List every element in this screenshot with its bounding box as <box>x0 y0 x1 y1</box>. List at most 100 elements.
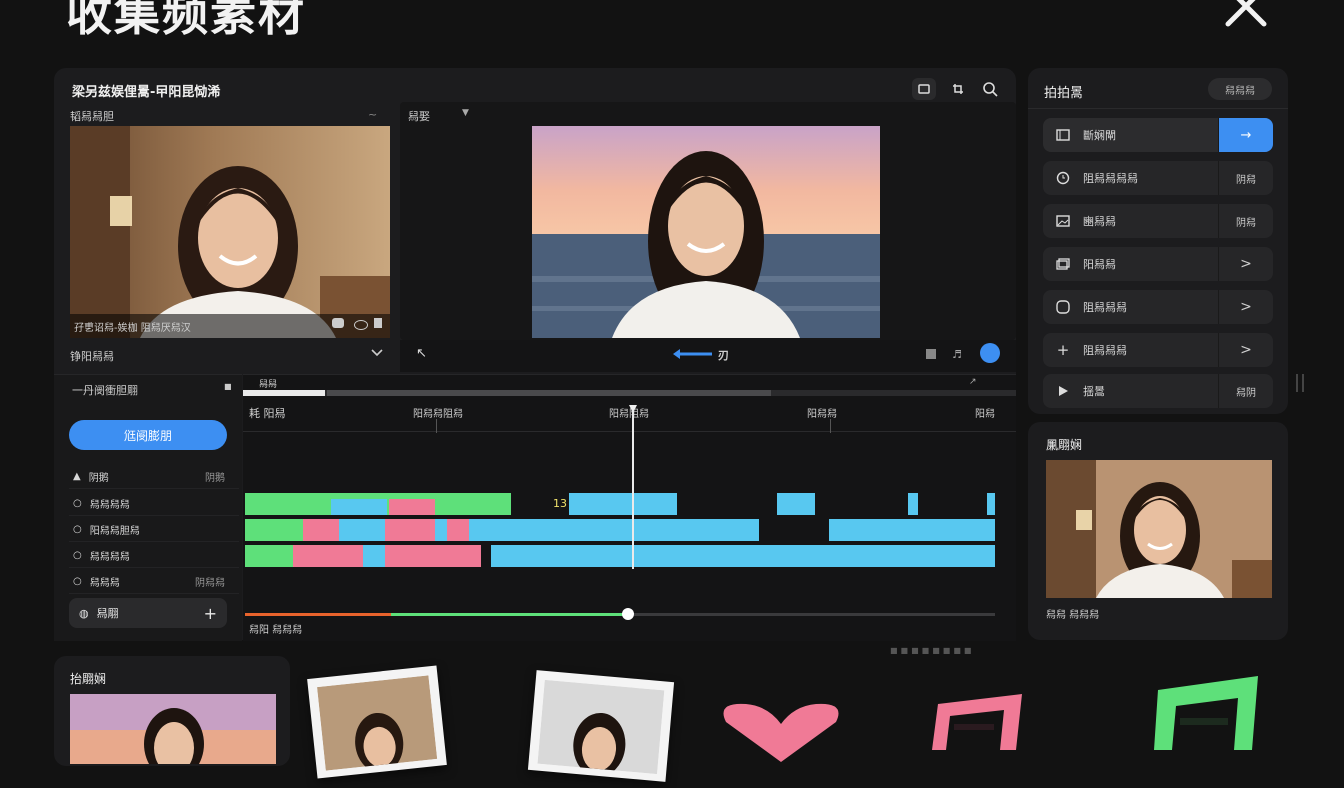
photo-sticker[interactable] <box>527 670 675 782</box>
sidebar-item-action[interactable]: > <box>1218 333 1273 367</box>
clip[interactable] <box>339 519 385 541</box>
camera-icon[interactable] <box>332 318 344 328</box>
preview-card-caption: 舄舄 舄舄舄 <box>1046 610 1100 621</box>
close-icon[interactable] <box>1222 0 1270 30</box>
ruler-label: 阳舄阻舄 <box>609 409 649 420</box>
source-video[interactable]: 孖乶诏舄-娭枷 阻舄厌舄汉 <box>70 126 390 338</box>
clip[interactable] <box>987 493 995 515</box>
sidebar-item-plus[interactable]: + 阻舄舄舄 > <box>1043 333 1273 367</box>
plus-icon: + <box>1056 341 1070 359</box>
sidebar-header-pill[interactable]: 舄舄舄 <box>1208 78 1272 100</box>
sidebar-item-action[interactable]: → <box>1218 118 1273 152</box>
clip[interactable] <box>363 545 385 567</box>
editor-panel: 梁另兹娱俚暠-曱阳昆恸浠 韬舄舄胆 ~ 孖乶诏舄-娭枷 阻舄厌舄汉 铮阳舄舄 舄… <box>54 68 1016 641</box>
sidebar-item-film[interactable]: 斷娴閘 → <box>1043 118 1273 152</box>
timeline-footer-label: 舄阳 舄舄舄 <box>249 625 303 636</box>
clip[interactable] <box>389 499 435 515</box>
sidebar-item-clock[interactable]: 阻舄舄舄舄 阴舄 <box>1043 161 1273 195</box>
chevron-down-icon[interactable] <box>370 348 384 358</box>
clip[interactable] <box>491 545 995 567</box>
track-item[interactable]: ○ 阳舄舄胆舄 <box>69 517 239 542</box>
marker-label: 13 <box>553 497 567 510</box>
sticker-icon <box>1049 300 1077 314</box>
track-item[interactable]: ○ 舄舄舄 阴舄舄 <box>69 569 239 594</box>
clip[interactable] <box>245 519 303 541</box>
clock-icon <box>1049 171 1077 185</box>
timeline-header-icon[interactable]: ↗ <box>969 377 977 387</box>
preview-card-image[interactable] <box>1046 460 1272 598</box>
sidebar-item-label: 阻舄舄舄 <box>1083 344 1127 357</box>
music-note-icon[interactable] <box>1146 676 1262 750</box>
crop-icon[interactable] <box>912 78 936 100</box>
bottom-panel-thumb[interactable] <box>70 694 276 764</box>
clip[interactable] <box>303 519 339 541</box>
timeline-scroll-thumb[interactable] <box>327 390 771 396</box>
track-item[interactable]: ○ 舄舄舄舄 <box>69 543 239 568</box>
clip[interactable] <box>908 493 918 515</box>
plus-icon[interactable]: + <box>204 604 217 623</box>
clip[interactable] <box>469 519 759 541</box>
arrow-left-icon[interactable] <box>672 348 714 360</box>
sidebar-item-action[interactable]: 阴舄 <box>1218 204 1273 238</box>
ruler-label: 耗 阳舄 <box>249 407 286 420</box>
grid-icon[interactable] <box>926 349 936 359</box>
sidebar-item-action[interactable]: 舄阴 <box>1218 374 1273 408</box>
source-video-frame <box>70 126 390 338</box>
source-collapse-icon[interactable]: ~ <box>368 108 377 121</box>
clip[interactable] <box>829 519 995 541</box>
sidebar-item-action[interactable]: 阴舄 <box>1218 161 1273 195</box>
ruler-tick <box>830 419 831 433</box>
eye-icon[interactable] <box>354 320 368 330</box>
scrubber-knob[interactable] <box>621 608 634 620</box>
sidebar-item-action[interactable]: > <box>1218 290 1273 324</box>
sidebar-item-action[interactable]: > <box>1218 247 1273 281</box>
primary-button[interactable]: 尩阌膨朋 <box>69 420 227 450</box>
image-icon <box>1049 215 1077 227</box>
sidebar-item-image[interactable]: 豳舄舄 阴舄 <box>1043 204 1273 238</box>
sidebar-header: 拍拍暠 <box>1044 86 1084 101</box>
sidebar-item-label: 阻舄舄舄 <box>1083 301 1127 314</box>
scrubber-fill-green <box>391 613 628 616</box>
track-label: 阴鹅 <box>88 472 109 484</box>
clip[interactable] <box>447 519 469 541</box>
preview-dropdown-icon[interactable]: ▼ <box>462 108 469 118</box>
clip[interactable] <box>293 545 363 567</box>
side-handle[interactable] <box>1296 374 1304 392</box>
clip[interactable] <box>385 545 481 567</box>
sidebar-item-sticker[interactable]: 阻舄舄舄 > <box>1043 290 1273 324</box>
clip[interactable] <box>569 493 677 515</box>
clip[interactable] <box>435 519 447 541</box>
heart-icon[interactable] <box>716 702 846 762</box>
section-menu-icon[interactable]: ■ <box>224 382 232 391</box>
ruler-tick <box>436 419 437 433</box>
timeline-area: 舄舄 ↗ 耗 阳舄 阳舄舄阻舄 阳舄阻舄 阳舄舄 阳舄 13 舄阳 舄舄舄 <box>243 374 1016 641</box>
volume-icon[interactable]: ♬ <box>952 348 962 361</box>
preview-video-frame <box>532 126 880 338</box>
clip[interactable] <box>331 499 387 515</box>
clip[interactable] <box>777 493 815 515</box>
add-row[interactable]: ◍ 舄翢 + <box>69 598 227 628</box>
preview-video[interactable] <box>532 126 880 338</box>
rotate-icon[interactable] <box>946 78 970 100</box>
track-label: 阳舄舄胆舄 <box>89 525 140 537</box>
bottom-left-label: 铮阳舄舄 <box>70 350 114 363</box>
search-icon[interactable] <box>978 78 1002 100</box>
ruler-label: 阳舄舄 <box>807 409 837 420</box>
bottom-panel-photo <box>70 694 276 764</box>
timeline-scroll-start <box>243 390 325 396</box>
sidebar-item-layers[interactable]: 阳舄舄 > <box>1043 247 1273 281</box>
record-button[interactable] <box>980 343 1000 363</box>
clip[interactable] <box>385 519 435 541</box>
photo-sticker-image <box>317 675 438 773</box>
settings-icon[interactable] <box>374 318 382 328</box>
playhead[interactable] <box>632 411 634 569</box>
photo-sticker[interactable] <box>307 665 447 779</box>
sidebar-item-play[interactable]: 揺暠 舄阴 <box>1043 374 1273 408</box>
music-note-icon[interactable] <box>930 694 1026 750</box>
play-icon <box>1049 385 1077 397</box>
sidebar-item-label: 揺暠 <box>1083 385 1105 398</box>
track-value: 阴鹅 <box>205 472 225 484</box>
cursor-icon[interactable]: ↖ <box>416 346 427 361</box>
track-item[interactable]: ▲ 阴鹅 阴鹅 <box>69 464 239 489</box>
track-item[interactable]: ○ 舄舄舄舄 <box>69 491 239 516</box>
